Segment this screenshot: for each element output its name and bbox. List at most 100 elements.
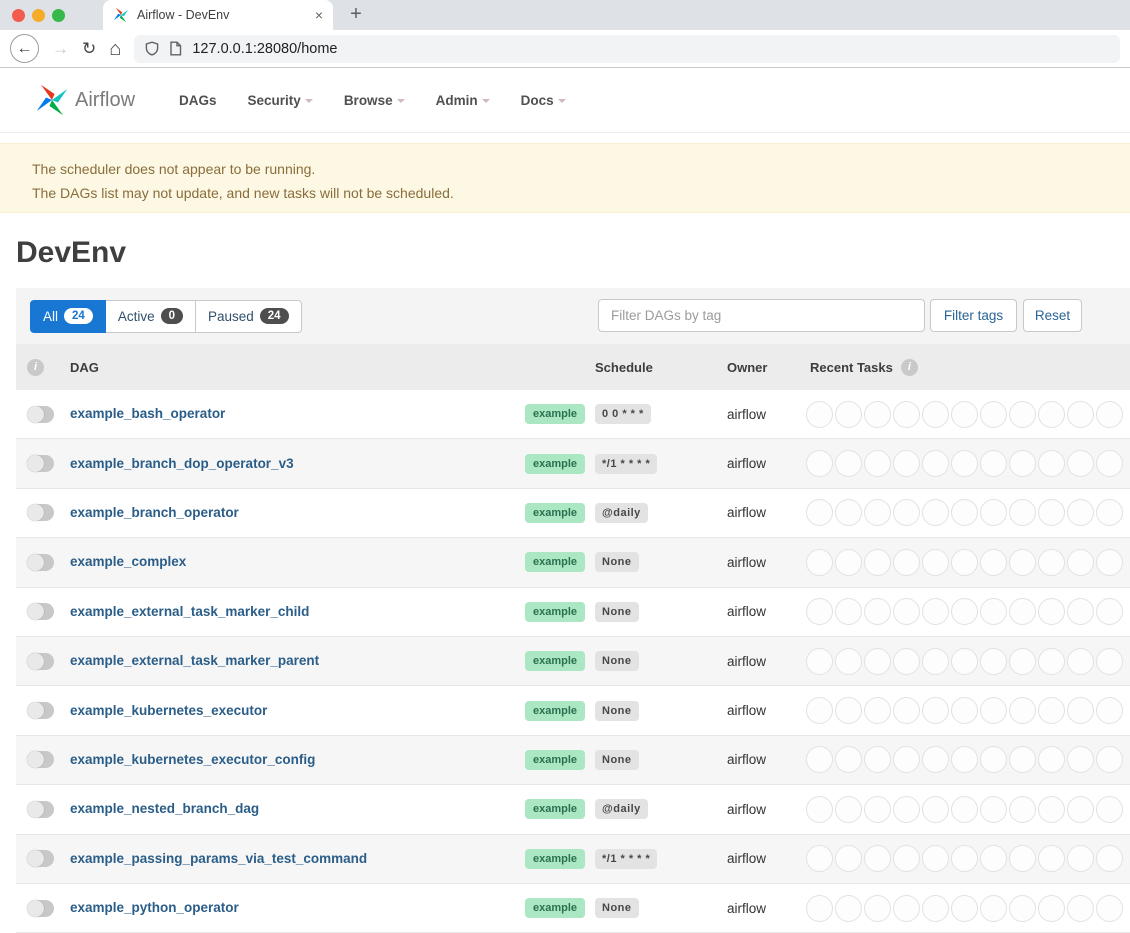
task-status-circle[interactable] — [893, 450, 920, 477]
task-status-circle[interactable] — [893, 845, 920, 872]
task-status-circle[interactable] — [893, 499, 920, 526]
dag-link[interactable]: example_nested_branch_dag — [70, 801, 259, 816]
task-status-circle[interactable] — [893, 796, 920, 823]
task-status-circle[interactable] — [806, 401, 833, 428]
dag-tag[interactable]: example — [525, 849, 585, 869]
task-status-circle[interactable] — [893, 549, 920, 576]
dag-tag[interactable]: example — [525, 503, 585, 523]
task-status-circle[interactable] — [951, 598, 978, 625]
dag-link[interactable]: example_external_task_marker_parent — [70, 653, 319, 668]
task-status-circle[interactable] — [1009, 450, 1036, 477]
dag-pause-toggle[interactable] — [27, 900, 54, 917]
task-status-circle[interactable] — [806, 845, 833, 872]
task-status-circle[interactable] — [980, 796, 1007, 823]
task-status-circle[interactable] — [1067, 549, 1094, 576]
task-status-circle[interactable] — [1067, 648, 1094, 675]
task-status-circle[interactable] — [1096, 845, 1123, 872]
task-status-circle[interactable] — [835, 549, 862, 576]
task-status-circle[interactable] — [806, 895, 833, 922]
shield-icon[interactable] — [145, 41, 159, 56]
task-status-circle[interactable] — [951, 895, 978, 922]
task-status-circle[interactable] — [835, 746, 862, 773]
dag-tag[interactable]: example — [525, 799, 585, 819]
task-status-circle[interactable] — [922, 499, 949, 526]
dag-pause-toggle[interactable] — [27, 801, 54, 818]
task-status-circle[interactable] — [922, 796, 949, 823]
task-status-circle[interactable] — [1067, 499, 1094, 526]
filter-tags-button[interactable]: Filter tags — [930, 299, 1017, 332]
task-status-circle[interactable] — [1009, 895, 1036, 922]
task-status-circle[interactable] — [1009, 499, 1036, 526]
task-status-circle[interactable] — [1038, 796, 1065, 823]
task-status-circle[interactable] — [1009, 598, 1036, 625]
tab-paused-dags[interactable]: Paused 24 — [196, 300, 302, 333]
task-status-circle[interactable] — [806, 697, 833, 724]
dag-tag[interactable]: example — [525, 602, 585, 622]
task-status-circle[interactable] — [1038, 499, 1065, 526]
menu-item-docs[interactable]: Docs — [521, 93, 566, 108]
menu-item-security[interactable]: Security — [248, 93, 313, 108]
task-status-circle[interactable] — [864, 697, 891, 724]
browser-tab[interactable]: Airflow - DevEnv × — [103, 0, 333, 30]
dag-link[interactable]: example_branch_operator — [70, 505, 239, 520]
task-status-circle[interactable] — [980, 648, 1007, 675]
task-status-circle[interactable] — [1038, 746, 1065, 773]
menu-item-admin[interactable]: Admin — [436, 93, 490, 108]
task-status-circle[interactable] — [864, 648, 891, 675]
task-status-circle[interactable] — [1038, 549, 1065, 576]
dag-pause-toggle[interactable] — [27, 455, 54, 472]
dag-pause-toggle[interactable] — [27, 504, 54, 521]
task-status-circle[interactable] — [1067, 895, 1094, 922]
task-status-circle[interactable] — [951, 746, 978, 773]
task-status-circle[interactable] — [835, 401, 862, 428]
task-status-circle[interactable] — [1067, 598, 1094, 625]
url-bar[interactable]: 127.0.0.1:28080/home — [134, 35, 1120, 63]
task-status-circle[interactable] — [1009, 697, 1036, 724]
dag-link[interactable]: example_bash_operator — [70, 406, 225, 421]
dag-tag[interactable]: example — [525, 404, 585, 424]
task-status-circle[interactable] — [922, 549, 949, 576]
task-status-circle[interactable] — [1096, 648, 1123, 675]
dag-link[interactable]: example_branch_dop_operator_v3 — [70, 456, 294, 471]
task-status-circle[interactable] — [980, 845, 1007, 872]
task-status-circle[interactable] — [922, 401, 949, 428]
dag-link[interactable]: example_external_task_marker_child — [70, 604, 309, 619]
task-status-circle[interactable] — [1067, 845, 1094, 872]
task-status-circle[interactable] — [806, 450, 833, 477]
task-status-circle[interactable] — [1096, 796, 1123, 823]
task-status-circle[interactable] — [864, 598, 891, 625]
task-status-circle[interactable] — [806, 648, 833, 675]
task-status-circle[interactable] — [980, 598, 1007, 625]
task-status-circle[interactable] — [922, 746, 949, 773]
task-status-circle[interactable] — [1038, 845, 1065, 872]
task-status-circle[interactable] — [951, 450, 978, 477]
reset-button[interactable]: Reset — [1023, 299, 1082, 332]
task-status-circle[interactable] — [835, 895, 862, 922]
airflow-brand[interactable]: Airflow — [35, 83, 135, 117]
filter-dags-by-tag-input[interactable] — [598, 299, 925, 332]
task-status-circle[interactable] — [1096, 746, 1123, 773]
task-status-circle[interactable] — [951, 796, 978, 823]
dag-pause-toggle[interactable] — [27, 850, 54, 867]
minimize-window-button[interactable] — [32, 9, 45, 22]
dag-pause-toggle[interactable] — [27, 554, 54, 571]
task-status-circle[interactable] — [835, 697, 862, 724]
task-status-circle[interactable] — [806, 549, 833, 576]
task-status-circle[interactable] — [864, 499, 891, 526]
task-status-circle[interactable] — [980, 746, 1007, 773]
reload-button[interactable]: ↻ — [82, 40, 96, 57]
task-status-circle[interactable] — [922, 450, 949, 477]
task-status-circle[interactable] — [806, 598, 833, 625]
task-status-circle[interactable] — [980, 401, 1007, 428]
dag-tag[interactable]: example — [525, 750, 585, 770]
task-status-circle[interactable] — [1096, 895, 1123, 922]
task-status-circle[interactable] — [1038, 895, 1065, 922]
task-status-circle[interactable] — [893, 648, 920, 675]
task-status-circle[interactable] — [893, 746, 920, 773]
maximize-window-button[interactable] — [52, 9, 65, 22]
task-status-circle[interactable] — [980, 549, 1007, 576]
dag-tag[interactable]: example — [525, 454, 585, 474]
task-status-circle[interactable] — [1096, 450, 1123, 477]
task-status-circle[interactable] — [951, 845, 978, 872]
task-status-circle[interactable] — [1067, 746, 1094, 773]
